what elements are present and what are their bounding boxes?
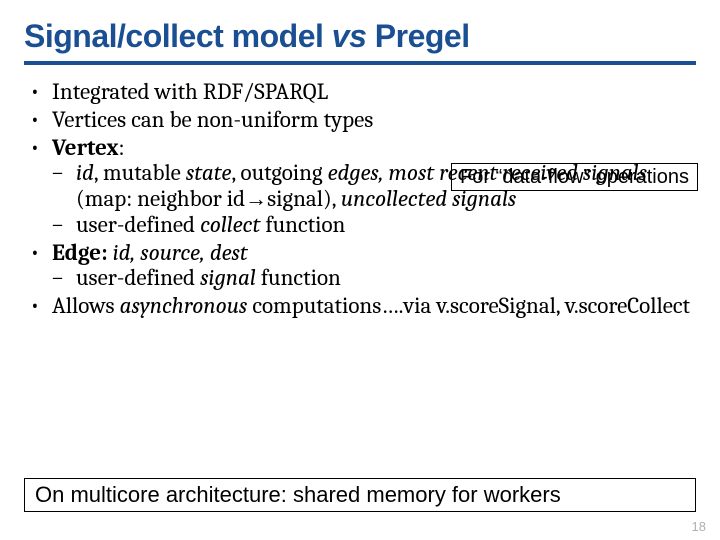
arrow-icon: → [245, 187, 267, 212]
footer-text: On multicore architecture: shared memory… [35, 482, 561, 507]
slide: Signal/collect model vs Pregel For “data… [0, 0, 720, 540]
sub1-state: state [186, 159, 232, 186]
sub1-outgoing-pre: , outgoing [231, 159, 327, 186]
bullet-4: Edge: id, source, dest user-defined sign… [24, 240, 696, 292]
bullet-5-post: computations….via v.scoreSignal, v.score… [247, 292, 690, 319]
sub1-map-post: signal), [267, 185, 341, 212]
sub1-edges-recent: edges, most recent received signals [328, 159, 647, 186]
bullet-2-text: Vertices can be non-uniform types [52, 106, 373, 133]
bullet-4-label: Edge: [52, 239, 108, 266]
bullet-3-colon: : [119, 134, 125, 161]
page-number: 18 [692, 519, 706, 534]
title-vs: vs [332, 18, 367, 54]
bullet-1-text: Integrated with RDF/SPARQL [52, 78, 328, 105]
sub4-signal: signal [200, 264, 256, 291]
bullet-3-label: Vertex [52, 134, 119, 161]
sub1-map-pre: (map: neighbor id [76, 185, 245, 212]
bullet-3-sub2: user-defined collect function [52, 212, 696, 238]
sub2-collect: collect [200, 211, 260, 238]
sub1-id: id [76, 159, 94, 186]
bullet-3: Vertex: id, mutable state, outgoing edge… [24, 135, 696, 238]
bullet-5-async: asynchronous [120, 292, 248, 319]
sub1-mutable-pre: , mutable [94, 159, 186, 186]
bullet-2: Vertices can be non-uniform types [24, 107, 696, 133]
title-part2: Pregel [366, 18, 469, 54]
slide-title: Signal/collect model vs Pregel [24, 18, 696, 65]
bullet-3-sub1: id, mutable state, outgoing edges, most … [52, 160, 696, 212]
slide-body: Integrated with RDF/SPARQL Vertices can … [24, 79, 696, 319]
bullet-5-pre: Allows [52, 292, 120, 319]
sub1-uncollected: uncollected signals [341, 185, 516, 212]
bullet-1: Integrated with RDF/SPARQL [24, 79, 696, 105]
footer-box: On multicore architecture: shared memory… [24, 478, 696, 512]
sub4-pre: user-defined [76, 264, 200, 291]
sub2-pre: user-defined [76, 211, 200, 238]
bullet-5: Allows asynchronous computations….via v.… [24, 293, 696, 319]
sub4-post: function [256, 264, 341, 291]
sub2-post: function [260, 211, 345, 238]
bullet-4-sub1: user-defined signal function [52, 265, 696, 291]
title-part1: Signal/collect model [24, 18, 332, 54]
bullet-4-italic: id, source, dest [108, 239, 248, 266]
